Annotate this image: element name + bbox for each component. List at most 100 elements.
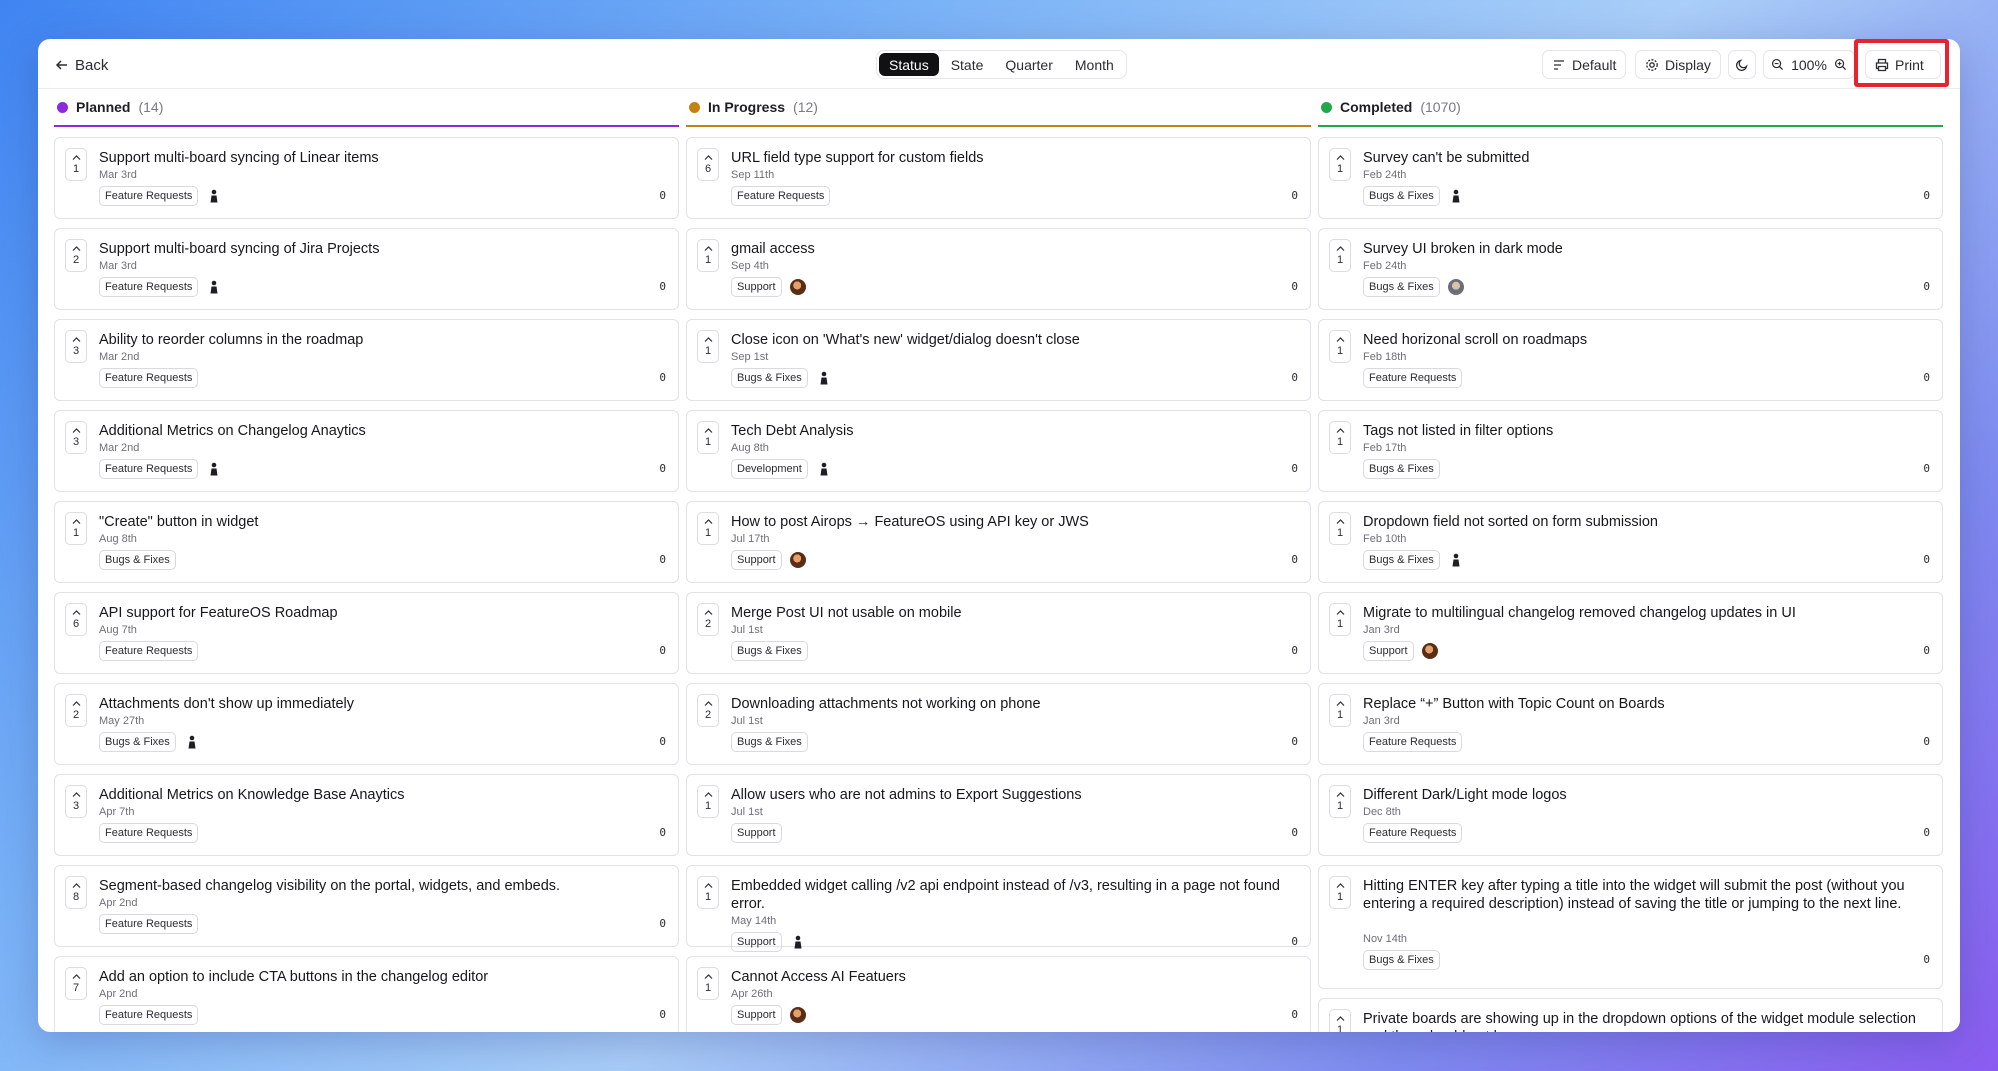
card-title[interactable]: Cannot Access AI Featuers (731, 968, 1290, 986)
upvote-button[interactable]: 6 (65, 603, 87, 636)
upvote-button[interactable]: 1 (697, 876, 719, 909)
card-title[interactable]: Tech Debt Analysis (731, 422, 1290, 440)
category-tag[interactable]: Feature Requests (99, 1005, 199, 1025)
roadmap-card[interactable]: 3 Ability to reorder columns in the roadm… (54, 319, 679, 401)
category-tag[interactable]: Feature Requests (1363, 823, 1463, 843)
tab-state[interactable]: State (941, 53, 994, 76)
roadmap-card[interactable]: 1 Allow users who are not admins to Expor… (686, 774, 1311, 856)
card-title[interactable]: Tags not listed in filter options (1363, 422, 1922, 440)
roadmap-card[interactable]: 1 Dropdown field not sorted on form submi… (1318, 501, 1943, 583)
roadmap-card[interactable]: 1 Replace “+” Button with Topic Count on … (1318, 683, 1943, 765)
card-title[interactable]: "Create" button in widget (99, 513, 658, 531)
upvote-button[interactable]: 1 (697, 239, 719, 272)
card-title[interactable]: Embedded widget calling /v2 api endpoint… (731, 877, 1290, 913)
roadmap-card[interactable]: 1 How to post Airops → FeatureOS using AP… (686, 501, 1311, 583)
card-title[interactable]: How to post Airops → FeatureOS using API… (731, 513, 1290, 531)
category-tag[interactable]: Feature Requests (99, 641, 199, 661)
category-tag[interactable]: Feature Requests (99, 277, 199, 297)
upvote-button[interactable]: 1 (1329, 330, 1351, 363)
card-title[interactable]: Support multi-board syncing of Jira Proj… (99, 240, 658, 258)
roadmap-card[interactable]: 2 Support multi-board syncing of Jira Pro… (54, 228, 679, 310)
upvote-button[interactable]: 1 (65, 512, 87, 545)
category-tag[interactable]: Feature Requests (99, 186, 199, 206)
category-tag[interactable]: Bugs & Fixes (1363, 277, 1440, 297)
print-button[interactable]: Print (1865, 50, 1941, 79)
upvote-button[interactable]: 1 (65, 148, 87, 181)
card-title[interactable]: Different Dark/Light mode logos (1363, 786, 1922, 804)
upvote-button[interactable]: 1 (1329, 603, 1351, 636)
upvote-button[interactable]: 1 (697, 512, 719, 545)
zoom-out-icon[interactable] (1771, 58, 1784, 71)
card-title[interactable]: Attachments don't show up immediately (99, 695, 658, 713)
card-title[interactable]: Migrate to multilingual changelog remove… (1363, 604, 1922, 622)
category-tag[interactable]: Bugs & Fixes (99, 550, 176, 570)
category-tag[interactable]: Development (731, 459, 808, 479)
category-tag[interactable]: Support (731, 932, 782, 952)
category-tag[interactable]: Bugs & Fixes (1363, 186, 1440, 206)
category-tag[interactable]: Feature Requests (731, 186, 831, 206)
zoom-in-icon[interactable] (1834, 58, 1847, 71)
roadmap-card[interactable]: 2 Attachments don't show up immediately Ma… (54, 683, 679, 765)
roadmap-card[interactable]: 1 Support multi-board syncing of Linear i… (54, 137, 679, 219)
card-title[interactable]: Replace “+” Button with Topic Count on B… (1363, 695, 1922, 713)
category-tag[interactable]: Feature Requests (99, 368, 199, 388)
category-tag[interactable]: Support (1363, 641, 1414, 661)
roadmap-card[interactable]: 2 Merge Post UI not usable on mobile Jul 1… (686, 592, 1311, 674)
upvote-button[interactable]: 3 (65, 330, 87, 363)
card-title[interactable]: Allow users who are not admins to Export… (731, 786, 1290, 804)
category-tag[interactable]: Feature Requests (99, 914, 199, 934)
card-title[interactable]: gmail access (731, 240, 1290, 258)
card-title[interactable]: Private boards are showing up in the dro… (1363, 1010, 1922, 1032)
tab-quarter[interactable]: Quarter (995, 53, 1062, 76)
card-title[interactable]: Merge Post UI not usable on mobile (731, 604, 1290, 622)
upvote-button[interactable]: 2 (65, 694, 87, 727)
upvote-button[interactable]: 1 (1329, 785, 1351, 818)
upvote-button[interactable]: 3 (65, 421, 87, 454)
roadmap-card[interactable]: 1 Close icon on 'What's new' widget/dialo… (686, 319, 1311, 401)
category-tag[interactable]: Support (731, 277, 782, 297)
card-title[interactable]: Close icon on 'What's new' widget/dialog… (731, 331, 1290, 349)
card-title[interactable]: Survey UI broken in dark mode (1363, 240, 1922, 258)
upvote-button[interactable]: 7 (65, 967, 87, 1000)
upvote-button[interactable]: 1 (697, 967, 719, 1000)
card-title[interactable]: Support multi-board syncing of Linear it… (99, 149, 658, 167)
roadmap-card[interactable]: 1 Cannot Access AI Featuers Apr 26th Suppor… (686, 956, 1311, 1032)
card-title[interactable]: Survey can't be submitted (1363, 149, 1922, 167)
category-tag[interactable]: Bugs & Fixes (1363, 950, 1440, 970)
category-tag[interactable]: Bugs & Fixes (1363, 550, 1440, 570)
roadmap-card[interactable]: 1 "Create" button in widget Aug 8th Bugs & … (54, 501, 679, 583)
category-tag[interactable]: Feature Requests (99, 459, 199, 479)
roadmap-card[interactable]: 2 Downloading attachments not working on … (686, 683, 1311, 765)
roadmap-card[interactable]: 1 gmail access Sep 4th Support 0 (686, 228, 1311, 310)
tab-month[interactable]: Month (1065, 53, 1124, 76)
roadmap-card[interactable]: 1 Tags not listed in filter options Feb 17… (1318, 410, 1943, 492)
category-tag[interactable]: Bugs & Fixes (731, 368, 808, 388)
card-title[interactable]: Downloading attachments not working on p… (731, 695, 1290, 713)
category-tag[interactable]: Bugs & Fixes (99, 732, 176, 752)
upvote-button[interactable]: 1 (697, 330, 719, 363)
upvote-button[interactable]: 1 (1329, 148, 1351, 181)
category-tag[interactable]: Bugs & Fixes (731, 641, 808, 661)
card-title[interactable]: Additional Metrics on Changelog Anaytics (99, 422, 658, 440)
roadmap-card[interactable]: 1 Migrate to multilingual changelog remov… (1318, 592, 1943, 674)
roadmap-card[interactable]: 1 Embedded widget calling /v2 api endpoin… (686, 865, 1311, 952)
upvote-button[interactable]: 1 (1329, 1009, 1351, 1032)
card-title[interactable]: Dropdown field not sorted on form submis… (1363, 513, 1922, 531)
roadmap-card[interactable]: 1 Tech Debt Analysis Aug 8th Development 0 (686, 410, 1311, 492)
card-title[interactable]: API support for FeatureOS Roadmap (99, 604, 658, 622)
upvote-button[interactable]: 1 (1329, 512, 1351, 545)
card-title[interactable]: Ability to reorder columns in the roadma… (99, 331, 658, 349)
roadmap-card[interactable]: 1 Survey can't be submitted Feb 24th Bugs &… (1318, 137, 1943, 219)
card-title[interactable]: Hitting ENTER key after typing a title i… (1363, 877, 1922, 913)
upvote-button[interactable]: 6 (697, 148, 719, 181)
category-tag[interactable]: Bugs & Fixes (731, 732, 808, 752)
upvote-button[interactable]: 1 (1329, 239, 1351, 272)
card-title[interactable]: Add an option to include CTA buttons in … (99, 968, 658, 986)
roadmap-card[interactable]: 1 Hitting ENTER key after typing a title … (1318, 865, 1943, 989)
upvote-button[interactable]: 3 (65, 785, 87, 818)
category-tag[interactable]: Support (731, 823, 782, 843)
default-view-button[interactable]: Default (1542, 50, 1627, 79)
roadmap-card[interactable]: 1 Private boards are showing up in the dr… (1318, 998, 1943, 1032)
dark-mode-toggle[interactable] (1728, 50, 1756, 79)
roadmap-card[interactable]: 1 Different Dark/Light mode logos Dec 8th F… (1318, 774, 1943, 856)
